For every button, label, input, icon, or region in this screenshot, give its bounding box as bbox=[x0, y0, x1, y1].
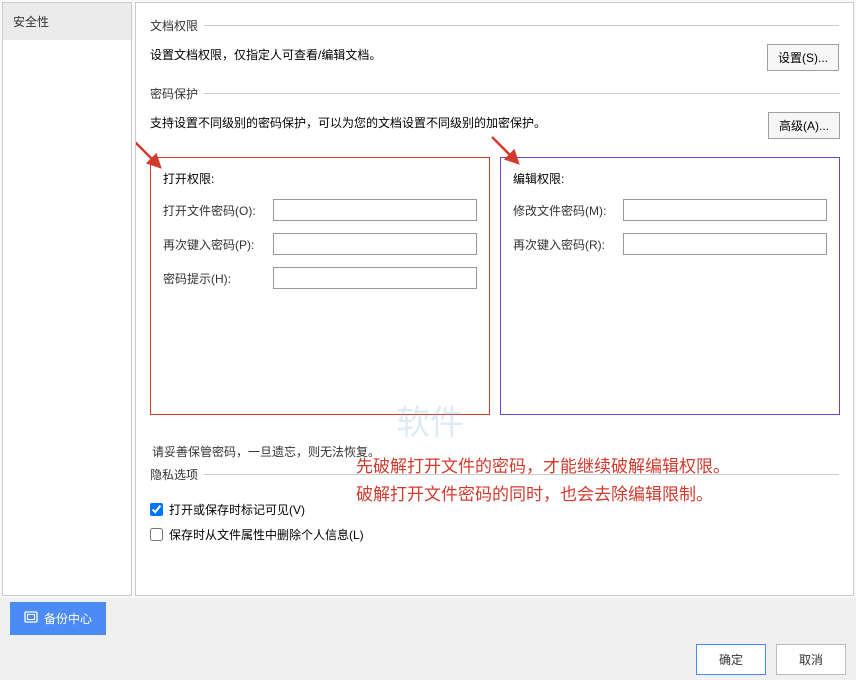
document-permission-desc: 设置文档权限，仅指定人可查看/编辑文档。 bbox=[150, 44, 767, 63]
annotation-line2: 破解打开文件密码的同时，也会去除编辑限制。 bbox=[356, 481, 730, 509]
modify-reenter-input[interactable] bbox=[623, 233, 827, 255]
arrow-annotation-right bbox=[490, 135, 530, 175]
privacy-legend: 隐私选项 bbox=[150, 466, 204, 483]
modify-password-label: 修改文件密码(M): bbox=[513, 202, 623, 219]
sidebar-item-security[interactable]: 安全性 bbox=[3, 3, 131, 40]
cancel-button[interactable]: 取消 bbox=[776, 644, 846, 675]
password-hint-label: 密码提示(H): bbox=[163, 270, 273, 287]
open-permission-box: 打开权限: 打开文件密码(O): 再次键入密码(P): 密码提示(H): bbox=[150, 157, 490, 415]
mark-visible-checkbox[interactable] bbox=[150, 503, 163, 516]
arrow-annotation-left bbox=[135, 139, 172, 179]
edit-permission-box: 编辑权限: 修改文件密码(M): 再次键入密码(R): bbox=[500, 157, 840, 415]
settings-button[interactable]: 设置(S)... bbox=[767, 44, 839, 71]
content-panel: 文档权限 设置文档权限，仅指定人可查看/编辑文档。 设置(S)... 密码保护 … bbox=[135, 2, 854, 596]
document-permission-group: 文档权限 设置文档权限，仅指定人可查看/编辑文档。 设置(S)... bbox=[150, 17, 839, 71]
annotation-line1: 先破解打开文件的密码，才能继续破解编辑权限。 bbox=[356, 453, 730, 481]
backup-center-button[interactable]: 备份中心 bbox=[10, 602, 106, 635]
modify-reenter-label: 再次键入密码(R): bbox=[513, 236, 623, 253]
backup-center-label: 备份中心 bbox=[44, 610, 92, 627]
edit-permission-title: 编辑权限: bbox=[513, 170, 827, 187]
open-password-label: 打开文件密码(O): bbox=[163, 202, 273, 219]
remove-personal-info-label: 保存时从文件属性中删除个人信息(L) bbox=[169, 526, 364, 543]
password-hint-input[interactable] bbox=[273, 267, 477, 289]
ok-button[interactable]: 确定 bbox=[696, 644, 766, 675]
open-reenter-input[interactable] bbox=[273, 233, 477, 255]
password-protect-legend: 密码保护 bbox=[150, 85, 204, 102]
backup-icon bbox=[24, 610, 38, 627]
open-reenter-label: 再次键入密码(P): bbox=[163, 236, 273, 253]
advanced-button[interactable]: 高级(A)... bbox=[768, 112, 840, 139]
mark-visible-label: 打开或保存时标记可见(V) bbox=[169, 501, 305, 518]
document-permission-legend: 文档权限 bbox=[150, 17, 204, 34]
password-protect-group: 密码保护 支持设置不同级别的密码保护，可以为您的文档设置不同级别的加密保护。 高… bbox=[150, 85, 840, 460]
remove-personal-info-checkbox[interactable] bbox=[150, 528, 163, 541]
open-permission-title: 打开权限: bbox=[163, 170, 477, 187]
dialog-button-bar: 确定 取消 bbox=[0, 638, 856, 680]
password-protect-desc: 支持设置不同级别的密码保护，可以为您的文档设置不同级别的加密保护。 bbox=[150, 112, 768, 131]
modify-password-input[interactable] bbox=[623, 199, 827, 221]
annotation-text: 先破解打开文件的密码，才能继续破解编辑权限。 破解打开文件密码的同时，也会去除编… bbox=[356, 453, 730, 509]
open-password-input[interactable] bbox=[273, 199, 477, 221]
sidebar: 安全性 bbox=[2, 2, 132, 596]
footer-bar: 备份中心 bbox=[0, 598, 856, 638]
